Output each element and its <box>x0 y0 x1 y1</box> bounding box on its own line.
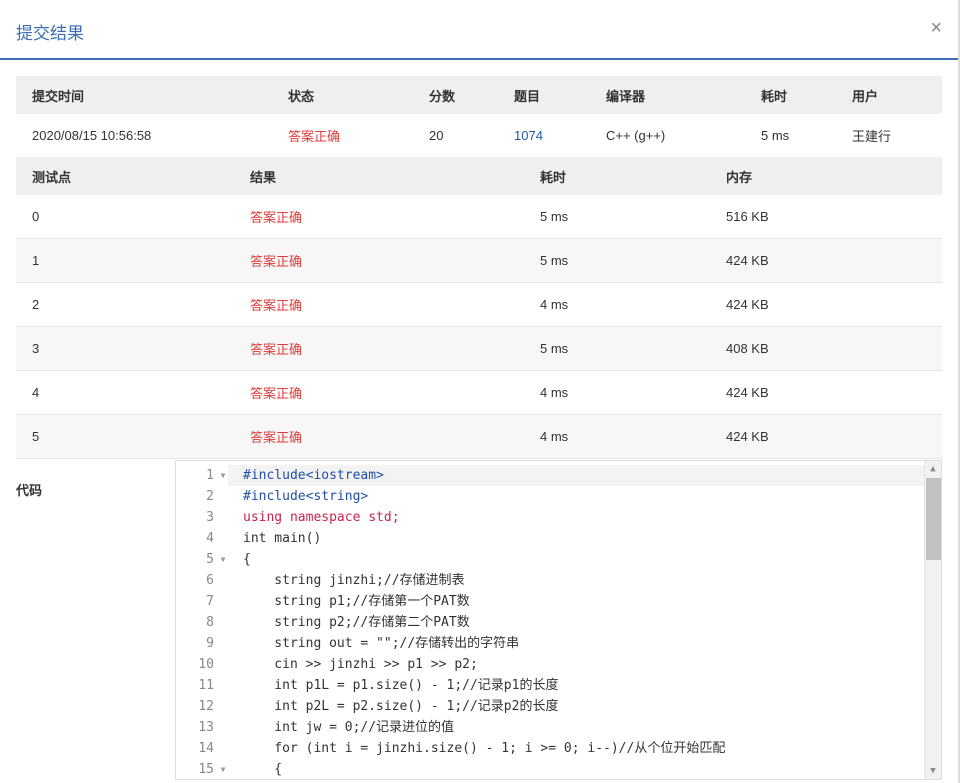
code-line: string p1;//存储第一个PAT数 <box>243 594 470 609</box>
code-label: 代码 <box>16 483 43 498</box>
testcase-time: 4 ms <box>540 385 569 400</box>
line-number: 4 <box>206 531 214 546</box>
testcase-result: 答案正确 <box>250 342 303 357</box>
line-number: 5 ▼ <box>176 549 228 570</box>
col-score: 分数 <box>429 88 456 104</box>
code-line: #include<iostream> <box>243 468 384 483</box>
testcase-memory: 408 KB <box>726 341 769 356</box>
line-number: 7 <box>206 594 214 609</box>
scroll-down-arrow-icon[interactable]: ▼ <box>925 763 941 779</box>
testcase-memory: 424 KB <box>726 429 769 444</box>
tests-header-row: 测试点 结果 耗时 内存 <box>16 157 942 195</box>
line-number: 6 <box>206 573 214 588</box>
line-number: 1 ▼ <box>176 465 228 486</box>
line-number: 13 <box>198 720 214 735</box>
table-row: 2 答案正确 4 ms 424 KB <box>16 283 942 327</box>
col-compiler: 编译器 <box>606 88 646 104</box>
testcase-memory: 424 KB <box>726 385 769 400</box>
code-line: int jw = 0;//记录进位的值 <box>243 720 455 735</box>
modal-title: 提交结果 <box>16 24 84 43</box>
fold-arrow-icon[interactable]: ▼ <box>218 549 228 570</box>
table-row: 0 答案正确 5 ms 516 KB <box>16 195 942 239</box>
code-line: for (int i = jinzhi.size() - 1; i >= 0; … <box>243 741 726 756</box>
editor-scrollbar[interactable]: ▲ ▼ <box>924 461 941 779</box>
problem-link[interactable]: 1074 <box>514 114 543 157</box>
summary-header-row: 提交时间 状态 分数 题目 编译器 耗时 用户 <box>16 76 942 114</box>
testcase-memory: 424 KB <box>726 253 769 268</box>
testcase-result: 答案正确 <box>250 254 303 269</box>
code-line: string p2;//存储第二个PAT数 <box>243 615 470 630</box>
line-gutter: 1 ▼ 2 3 4 5 ▼ 6 7 8 9 10 11 12 13 14 15 ▼ <box>176 461 228 779</box>
col-memory: 内存 <box>726 169 753 185</box>
fold-arrow-icon[interactable]: ▼ <box>218 759 228 779</box>
line-number: 11 <box>198 678 214 693</box>
tests-table: 测试点 结果 耗时 内存 0 答案正确 5 ms 516 KB 1 答案正确 5… <box>16 157 942 459</box>
table-row: 3 答案正确 5 ms 408 KB <box>16 327 942 371</box>
col-result: 结果 <box>250 169 277 185</box>
score-value: 20 <box>429 128 444 143</box>
table-row: 5 答案正确 4 ms 424 KB <box>16 415 942 459</box>
code-line: { <box>243 552 251 567</box>
line-number: 3 <box>206 510 214 525</box>
summary-row: 2020/08/15 10:56:58 答案正确 20 1074 C++ (g+… <box>16 114 942 157</box>
testcase-id: 5 <box>32 429 40 444</box>
line-number: 14 <box>198 741 214 756</box>
col-submit-time: 提交时间 <box>32 88 85 104</box>
close-button[interactable]: × <box>930 16 942 40</box>
testcase-memory: 516 KB <box>726 209 769 224</box>
compiler-value: C++ (g++) <box>606 128 666 143</box>
line-number: 12 <box>198 699 214 714</box>
testcase-id: 0 <box>32 209 40 224</box>
line-number: 8 <box>206 615 214 630</box>
testcase-id: 1 <box>32 253 40 268</box>
scroll-thumb[interactable] <box>926 478 941 560</box>
code-line: int main() <box>243 531 322 546</box>
code-line: string out = "";//存储转出的字符串 <box>243 636 520 651</box>
testcase-result: 答案正确 <box>250 210 303 225</box>
col-problem: 题目 <box>514 88 541 104</box>
status-value: 答案正确 <box>288 129 341 144</box>
testcase-time: 4 ms <box>540 297 569 312</box>
testcase-result: 答案正确 <box>250 430 303 445</box>
line-number: 9 <box>206 636 214 651</box>
scroll-up-arrow-icon[interactable]: ▲ <box>925 461 941 477</box>
code-line: #include<string> <box>243 489 369 504</box>
testcase-time: 5 ms <box>540 253 569 268</box>
testcase-result: 答案正确 <box>250 386 303 401</box>
testcase-result: 答案正确 <box>250 298 303 313</box>
col-testcase: 测试点 <box>32 169 72 185</box>
testcase-time: 5 ms <box>540 209 569 224</box>
code-editor[interactable]: 1 ▼ 2 3 4 5 ▼ 6 7 8 9 10 11 12 13 14 15 ▼ #… <box>175 460 942 780</box>
code-line: { <box>243 762 283 777</box>
table-row: 4 答案正确 4 ms 424 KB <box>16 371 942 415</box>
modal-header: 提交结果 × <box>0 0 960 60</box>
testcase-id: 3 <box>32 341 40 356</box>
fold-arrow-icon[interactable]: ▼ <box>218 465 228 486</box>
testcase-id: 2 <box>32 297 40 312</box>
code-line: int p1L = p1.size() - 1;//记录p1的长度 <box>243 678 559 693</box>
time-value: 5 ms <box>761 128 790 143</box>
line-number: 15 ▼ <box>176 759 228 779</box>
code-line: string jinzhi;//存储进制表 <box>243 573 465 588</box>
col-test-time: 耗时 <box>540 169 567 185</box>
testcase-memory: 424 KB <box>726 297 769 312</box>
user-value: 王建行 <box>852 129 892 144</box>
code-line: cin >> jinzhi >> p1 >> p2; <box>243 657 478 672</box>
col-user: 用户 <box>852 88 879 104</box>
testcase-time: 4 ms <box>540 429 569 444</box>
testcase-time: 5 ms <box>540 341 569 356</box>
col-time: 耗时 <box>761 88 788 104</box>
table-row: 1 答案正确 5 ms 424 KB <box>16 239 942 283</box>
line-number: 10 <box>198 657 214 672</box>
col-status: 状态 <box>288 88 315 104</box>
testcase-id: 4 <box>32 385 40 400</box>
code-line: using namespace std; <box>243 510 400 525</box>
summary-table: 提交时间 状态 分数 题目 编译器 耗时 用户 2020/08/15 10:56… <box>16 76 942 157</box>
line-number: 2 <box>206 489 214 504</box>
submit-time: 2020/08/15 10:56:58 <box>32 128 152 143</box>
code-line: int p2L = p2.size() - 1;//记录p2的长度 <box>243 699 559 714</box>
